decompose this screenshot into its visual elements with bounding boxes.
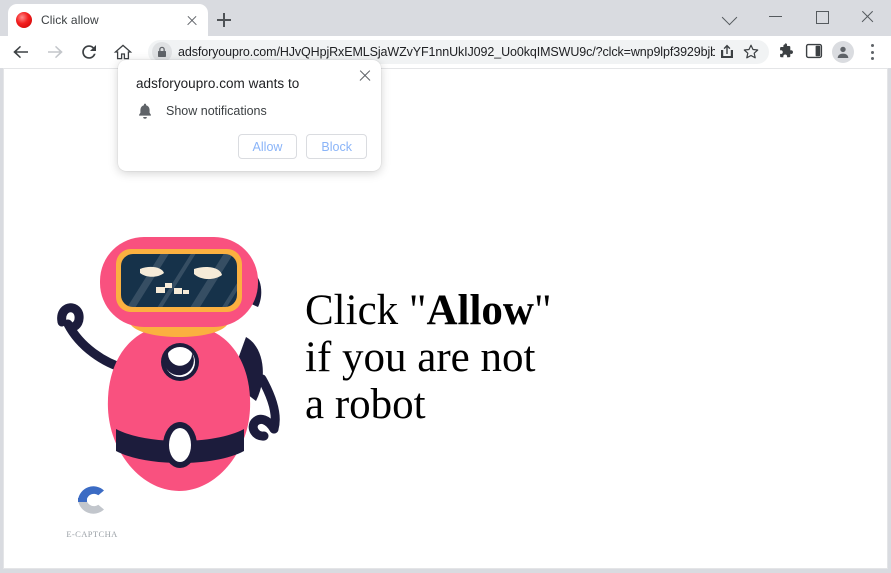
- ecaptcha-logo: E-CAPTCHA: [64, 479, 120, 539]
- ecaptcha-label: E-CAPTCHA: [66, 529, 118, 539]
- headline-suffix: ": [533, 287, 552, 334]
- permission-label: Show notifications: [166, 104, 267, 118]
- profile-avatar[interactable]: [829, 38, 857, 66]
- back-arrow-icon: [13, 45, 28, 59]
- allow-button[interactable]: Allow: [237, 134, 298, 159]
- headline-line-1: Click "Allow": [305, 287, 552, 334]
- notification-permission-dialog: adsforyoupro.com wants to Show notificat…: [118, 60, 381, 171]
- red-circle-favicon-icon: [16, 12, 32, 28]
- chevron-down-icon: [721, 9, 738, 26]
- headline-line-2: if you are not: [305, 334, 536, 381]
- omnibox-actions: [715, 40, 763, 64]
- chrome-menu-button[interactable]: [857, 38, 887, 66]
- reload-icon: [82, 45, 96, 59]
- headline-line-3: a robot: [305, 381, 426, 428]
- lock-icon: [158, 46, 166, 57]
- close-icon[interactable]: [357, 67, 373, 83]
- site-info-button[interactable]: [152, 42, 172, 62]
- minimize-icon: [769, 16, 782, 18]
- browser-window: Click allow adsforyoupro.com/HJvQHpjRxEM…: [0, 0, 891, 573]
- side-panel-button[interactable]: [801, 38, 829, 66]
- share-icon: [721, 44, 733, 58]
- share-page-icon[interactable]: [715, 40, 739, 64]
- extensions-button[interactable]: [773, 38, 801, 66]
- maximize-window-button[interactable]: [799, 0, 845, 33]
- puzzle-icon: [780, 43, 793, 58]
- forward-arrow-icon: [48, 45, 63, 59]
- permission-row: Show notifications: [136, 102, 267, 120]
- star-icon: [743, 44, 759, 59]
- home-icon: [113, 44, 133, 60]
- menu-dot: [871, 44, 874, 47]
- minimize-window-button[interactable]: [753, 0, 799, 33]
- menu-dot: [871, 50, 874, 54]
- close-window-button[interactable]: [845, 0, 891, 33]
- pink-robot-mascot-icon: [57, 237, 280, 491]
- permission-actions: Allow Block: [237, 134, 367, 159]
- tab-strip: Click allow: [0, 0, 891, 36]
- page-headline: Click "Allow" if you are not a robot: [305, 287, 552, 428]
- forward-button: [40, 37, 70, 67]
- menu-dot: [871, 57, 874, 60]
- close-tab-icon[interactable]: [184, 12, 200, 28]
- browser-tab-click-allow[interactable]: Click allow: [8, 4, 208, 36]
- bell-icon: [136, 102, 154, 120]
- reload-button[interactable]: [74, 37, 104, 67]
- window-controls: [707, 0, 891, 33]
- maximize-icon: [816, 11, 829, 24]
- ecaptcha-c-mark-icon: [78, 486, 104, 514]
- headline-prefix: Click ": [305, 287, 427, 334]
- tab-search-button[interactable]: [707, 0, 753, 33]
- tab-title: Click allow: [41, 13, 99, 27]
- headline-allow-word: Allow: [426, 287, 534, 334]
- bookmark-star-icon[interactable]: [739, 40, 763, 64]
- url-text: adsforyoupro.com/HJvQHpjRxEMLSjaWZvYF1nn…: [178, 45, 715, 59]
- permission-dialog-title: adsforyoupro.com wants to: [136, 76, 300, 91]
- new-tab-button[interactable]: [213, 9, 235, 31]
- back-button[interactable]: [6, 37, 36, 67]
- person-icon: [837, 46, 849, 58]
- block-button[interactable]: Block: [306, 134, 367, 159]
- side-panel-icon: [805, 43, 823, 59]
